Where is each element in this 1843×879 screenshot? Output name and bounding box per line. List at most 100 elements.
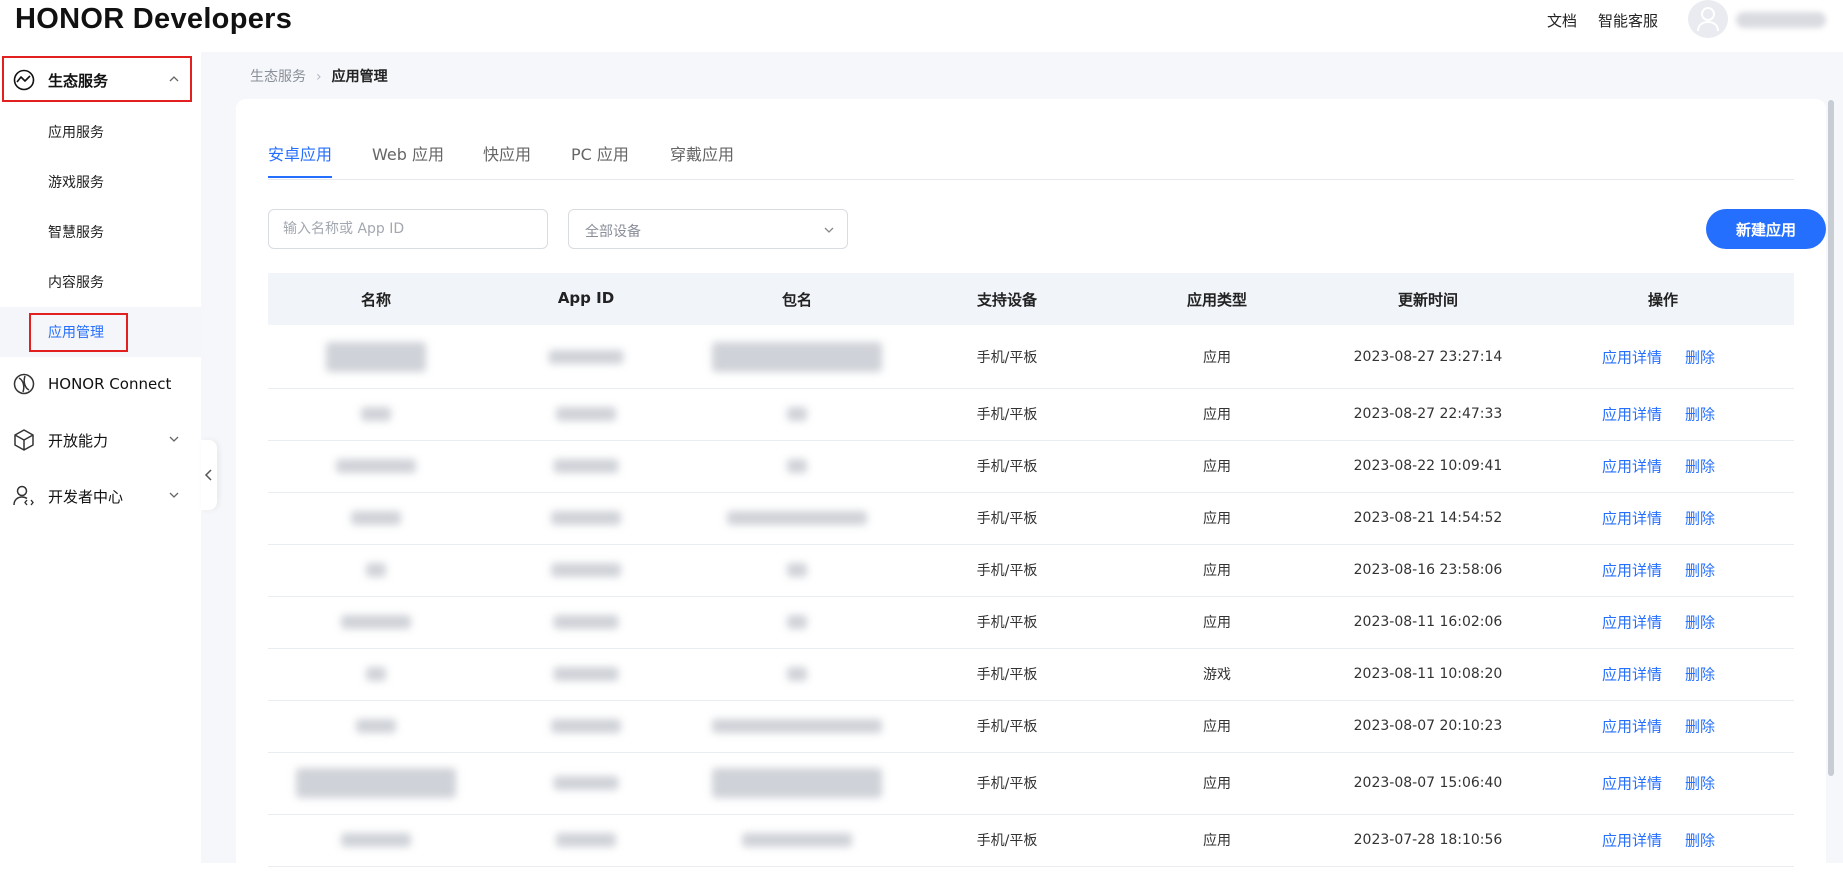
app-name-blurred[interactable] [326,341,426,372]
app-details-link[interactable]: 应用详情 [1602,404,1662,425]
app-name-blurred[interactable] [351,511,401,525]
app-name-blurred[interactable] [356,719,396,733]
package-name-blurred [787,459,807,473]
update-time: 2023-08-22 10:09:41 [1353,458,1503,474]
app-details-link[interactable]: 应用详情 [1602,773,1662,794]
delete-link[interactable]: 删除 [1685,716,1715,737]
highlight-box-app-management [29,313,128,352]
table-row: 手机/平板 应用 2023-07-28 18:10:56 应用详情 删除 [268,814,1794,867]
package-name-blurred [712,768,882,798]
scrollbar[interactable] [1828,100,1834,776]
sidebar-item-smart-services[interactable]: 智慧服务 [0,207,201,257]
app-name-blurred[interactable] [361,407,391,421]
sidebar-item-label: 智慧服务 [48,225,104,241]
chevron-down-icon[interactable] [168,489,180,501]
table-row: 手机/平板 应用 2023-08-21 14:54:52 应用详情 删除 [268,492,1794,545]
package-name-blurred [787,615,807,629]
column-header-actions: 操作 [1647,291,1679,309]
delete-link[interactable]: 删除 [1685,456,1715,477]
tab-pc-apps[interactable]: PC 应用 [571,141,629,165]
update-time: 2023-08-07 20:10:23 [1353,718,1503,734]
table-row: 手机/平板 应用 2023-08-27 22:47:33 应用详情 删除 [268,388,1794,441]
table-header: 名称 App ID 包名 支持设备 应用类型 更新时间 操作 [268,273,1794,325]
sidebar-item-label: 游戏服务 [48,175,104,191]
app-name-blurred[interactable] [336,459,416,473]
tab-android-apps[interactable]: 安卓应用 [268,141,332,165]
breadcrumb-separator: › [316,69,322,85]
sidebar: 生态服务 应用服务 游戏服务 智慧服务 内容服务 应用管理 HONOR Conn… [0,52,201,863]
update-time: 2023-08-11 10:08:20 [1353,666,1503,682]
delete-link[interactable]: 删除 [1685,773,1715,794]
column-header-app-id: App ID [557,289,615,307]
delete-link[interactable]: 删除 [1685,560,1715,581]
app-details-link[interactable]: 应用详情 [1602,560,1662,581]
delete-link[interactable]: 删除 [1685,830,1715,851]
user-icon [1697,7,1719,32]
breadcrumb-parent[interactable]: 生态服务 [250,69,306,85]
tab-web-apps[interactable]: Web 应用 [372,141,444,165]
app-name-blurred[interactable] [366,563,386,577]
app-type: 应用 [1203,349,1231,366]
column-header-app-type: 应用类型 [1186,291,1248,309]
breadcrumb-current: 应用管理 [331,69,388,85]
supported-devices: 手机/平板 [976,719,1038,735]
chevron-down-icon[interactable] [168,433,180,445]
app-name-blurred[interactable] [341,833,411,847]
app-details-link[interactable]: 应用详情 [1602,664,1662,685]
cube-icon [14,429,34,451]
delete-link[interactable]: 删除 [1685,346,1715,367]
tab-quick-apps[interactable]: 快应用 [483,141,531,165]
honor-developers-logo[interactable]: HONOR Developers [15,0,292,38]
supported-devices: 手机/平板 [976,511,1038,527]
supported-devices: 手机/平板 [976,776,1038,792]
delete-link[interactable]: 删除 [1685,404,1715,425]
update-time: 2023-08-11 16:02:06 [1353,614,1503,630]
app-details-link[interactable]: 应用详情 [1602,508,1662,529]
app-id-blurred [551,511,621,525]
table-row: 手机/平板 应用 2023-08-16 23:58:06 应用详情 删除 [268,544,1794,597]
sidebar-item-app-services[interactable]: 应用服务 [0,107,201,157]
username-blurred[interactable] [1736,12,1826,28]
tab-bar: 安卓应用 Web 应用 快应用 PC 应用 穿戴应用 [268,129,1794,180]
app-name-blurred[interactable] [341,615,411,629]
sidebar-item-game-services[interactable]: 游戏服务 [0,157,201,207]
supported-devices: 手机/平板 [976,407,1038,423]
breadcrumb: 生态服务 › 应用管理 [250,66,388,86]
device-select[interactable]: 全部设备 [568,209,848,249]
sidebar-group-developer-center[interactable]: 开发者中心 [0,472,201,520]
supported-devices: 手机/平板 [976,615,1038,631]
sidebar-collapse-toggle[interactable] [201,440,217,510]
sidebar-group-open-capabilities[interactable]: 开放能力 [0,416,201,464]
sidebar-group-honor-connect[interactable]: HONOR Connect [0,360,201,408]
app-name-blurred[interactable] [366,667,386,681]
delete-link[interactable]: 删除 [1685,508,1715,529]
connect-icon [13,373,35,395]
app-details-link[interactable]: 应用详情 [1602,346,1662,367]
tab-wearable-apps[interactable]: 穿戴应用 [670,141,734,165]
app-name-blurred[interactable] [296,768,456,798]
app-details-link[interactable]: 应用详情 [1602,612,1662,633]
docs-link[interactable]: 文档 [1547,10,1577,31]
package-name-blurred [742,833,852,847]
package-name-blurred [787,407,807,421]
device-select-value: 全部设备 [585,224,641,240]
delete-link[interactable]: 删除 [1685,664,1715,685]
supported-devices: 手机/平板 [976,833,1038,849]
support-link[interactable]: 智能客服 [1598,10,1658,31]
app-details-link[interactable]: 应用详情 [1602,830,1662,851]
app-id-blurred [556,407,616,421]
app-details-link[interactable]: 应用详情 [1602,716,1662,737]
app-id-blurred [556,833,616,847]
app-type: 应用 [1203,615,1231,631]
app-id-blurred [548,349,624,364]
update-time: 2023-08-27 22:47:33 [1353,406,1503,422]
search-input[interactable] [268,209,548,249]
avatar[interactable] [1688,0,1728,38]
app-type: 应用 [1203,407,1231,423]
new-app-button[interactable]: 新建应用 [1706,209,1826,249]
sidebar-item-content-services[interactable]: 内容服务 [0,257,201,307]
supported-devices: 手机/平板 [976,349,1038,366]
app-details-link[interactable]: 应用详情 [1602,456,1662,477]
supported-devices: 手机/平板 [976,459,1038,475]
delete-link[interactable]: 删除 [1685,612,1715,633]
